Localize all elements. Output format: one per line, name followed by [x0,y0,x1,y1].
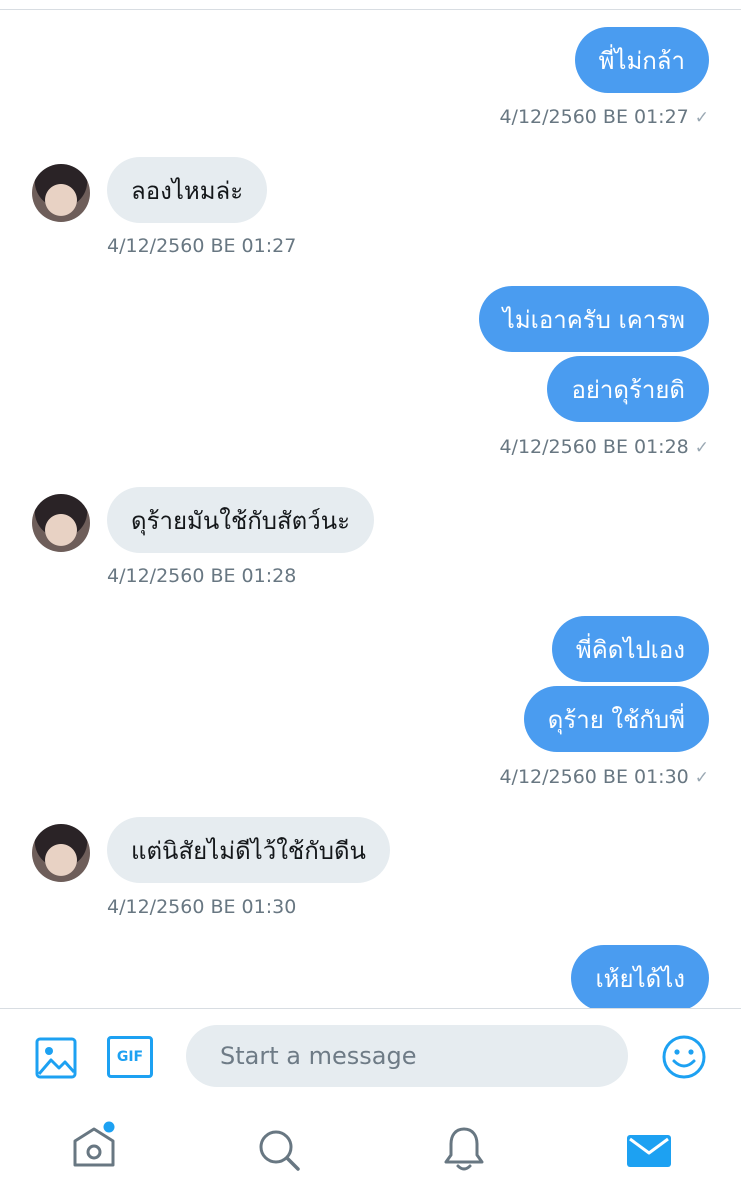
message-input[interactable] [186,1025,628,1087]
gif-label: GIF [116,1049,144,1065]
timestamp-text: 4/12/2560 BE 01:30 [107,896,297,918]
message-text: พี่คิดไปเอง [575,635,685,664]
message-timestamp: 4/12/2560 BE 01:28 [107,565,296,587]
read-check-icon: ✓ [694,438,709,458]
message-timestamp: 4/12/2560 BE 01:28 ✓ [499,436,709,458]
message-text: ดุร้าย ใช้กับพี่ [547,705,685,734]
message-text: เห้ยได้ไง [595,964,685,993]
message-composer: GIF [0,1008,741,1104]
message-bubble-received[interactable]: ดุร้ายมันใช้กับสัตว์นะ [107,487,375,553]
message-timestamp: 4/12/2560 BE 01:30 ✓ [499,766,709,788]
notification-dot [103,1121,115,1133]
avatar[interactable] [32,494,90,552]
avatar[interactable] [32,164,90,222]
message-bubble-received[interactable]: ลองไหมล่ะ [107,157,268,223]
message-text: แต่นิสัยไม่ดีไว้ใช้กับดีน [131,836,366,865]
timestamp-text: 4/12/2560 BE 01:28 [499,436,689,458]
message-bubble-sent[interactable]: พี่คิดไปเอง [551,616,709,682]
timestamp-text: 4/12/2560 BE 01:30 [499,766,689,788]
image-icon[interactable] [34,1036,78,1080]
message-bubble-sent[interactable]: ดุร้าย ใช้กับพี่ [523,686,709,752]
message-bubble-sent[interactable]: เห้ยได้ไง [571,945,709,1008]
message-text: อย่าดุร้ายดิ [571,375,685,404]
message-bubble-received[interactable]: แต่นิสัยไม่ดีไว้ใช้กับดีน [107,817,390,883]
notifications-icon[interactable] [442,1125,486,1173]
message-text: ดุร้ายมันใช้กับสัตว์นะ [131,506,351,535]
emoji-icon[interactable] [661,1034,707,1080]
read-check-icon: ✓ [694,768,709,788]
message-thread[interactable]: พี่ไม่กล้า 4/12/2560 BE 01:27 ✓ ลองไหมล่ะ… [0,10,741,1008]
timestamp-text: 4/12/2560 BE 01:28 [107,565,297,587]
message-timestamp: 4/12/2560 BE 01:30 [107,896,296,918]
messages-icon[interactable] [627,1133,671,1169]
message-timestamp: 4/12/2560 BE 01:27 [107,235,296,257]
message-text: ลองไหมล่ะ [131,176,244,205]
message-text: ไม่เอาครับ เคารพ [502,305,685,334]
gif-icon[interactable]: GIF [107,1036,153,1078]
message-bubble-sent[interactable]: พี่ไม่กล้า [574,27,709,93]
message-text: พี่ไม่กล้า [598,46,685,75]
message-bubble-sent[interactable]: ไม่เอาครับ เคารพ [478,286,709,352]
bottom-tab-bar [0,1103,741,1200]
search-icon[interactable] [256,1127,302,1173]
timestamp-text: 4/12/2560 BE 01:27 [107,235,297,257]
avatar[interactable] [32,824,90,882]
timestamp-text: 4/12/2560 BE 01:27 [499,106,689,128]
read-check-icon: ✓ [694,108,709,128]
message-timestamp: 4/12/2560 BE 01:27 ✓ [499,106,709,128]
message-bubble-sent[interactable]: อย่าดุร้ายดิ [547,356,709,422]
home-icon[interactable] [70,1121,118,1173]
